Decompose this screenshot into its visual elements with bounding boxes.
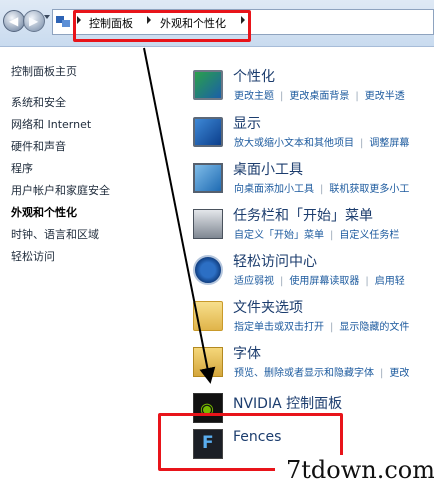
watermark-text: 7tdown.com <box>286 456 434 484</box>
annotation-arrow <box>143 47 216 384</box>
